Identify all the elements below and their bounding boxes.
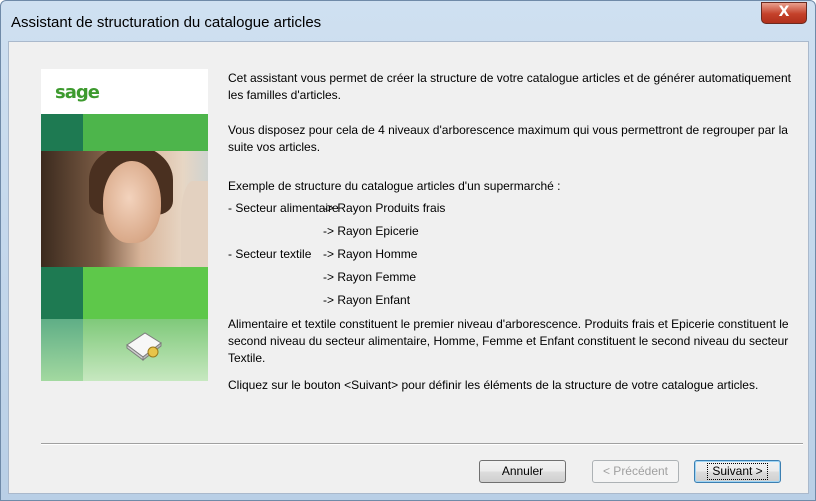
title-bar[interactable]: Assistant de structuration du catalogue … bbox=[1, 1, 815, 41]
previous-button-label: < Précédent bbox=[602, 464, 669, 478]
example-aisle: -> Rayon Femme bbox=[323, 270, 417, 284]
previous-button[interactable]: < Précédent bbox=[592, 460, 679, 483]
wizard-window: Assistant de structuration du catalogue … bbox=[0, 0, 816, 501]
banner-block-dark bbox=[41, 114, 83, 151]
next-button[interactable]: Suivant > bbox=[694, 460, 781, 483]
banner-block-green bbox=[83, 114, 208, 151]
example-aisle: -> Rayon Enfant bbox=[323, 293, 411, 307]
close-icon: X bbox=[778, 4, 790, 20]
example-heading: Exemple de structure du catalogue articl… bbox=[228, 179, 561, 193]
example-sector: - Secteur textile bbox=[228, 247, 312, 261]
explanation-paragraph: Alimentaire et textile constituent le pr… bbox=[228, 317, 789, 365]
next-button-label: Suivant > bbox=[707, 463, 768, 480]
close-button[interactable]: X bbox=[761, 2, 807, 24]
banner-photo bbox=[41, 151, 208, 267]
catalog-box-icon bbox=[126, 332, 162, 361]
banner-block-teal bbox=[41, 267, 83, 319]
sage-logo: sage bbox=[55, 82, 100, 103]
banner-block-soft-left bbox=[41, 319, 83, 381]
example-aisle: -> Rayon Produits frais bbox=[323, 201, 446, 215]
levels-paragraph: Vous disposez pour cela de 4 niveaux d'a… bbox=[228, 123, 788, 154]
banner-block-bright bbox=[83, 267, 208, 319]
example-aisle: -> Rayon Epicerie bbox=[323, 224, 419, 238]
intro-paragraph: Cet assistant vous permet de créer la st… bbox=[228, 71, 791, 102]
photo-background-person bbox=[181, 181, 208, 267]
instruction-paragraph: Cliquez sur le bouton <Suivant> pour déf… bbox=[228, 378, 759, 392]
button-separator bbox=[41, 443, 803, 445]
window-title: Assistant de structuration du catalogue … bbox=[11, 14, 322, 31]
cancel-button[interactable]: Annuler bbox=[479, 460, 566, 483]
example-aisle: -> Rayon Homme bbox=[323, 247, 418, 261]
photo-face bbox=[103, 161, 161, 243]
cancel-button-label: Annuler bbox=[501, 464, 544, 478]
side-banner: sage bbox=[41, 69, 208, 381]
wizard-body: sage Cet assistant vous permet de créer … bbox=[8, 41, 809, 494]
